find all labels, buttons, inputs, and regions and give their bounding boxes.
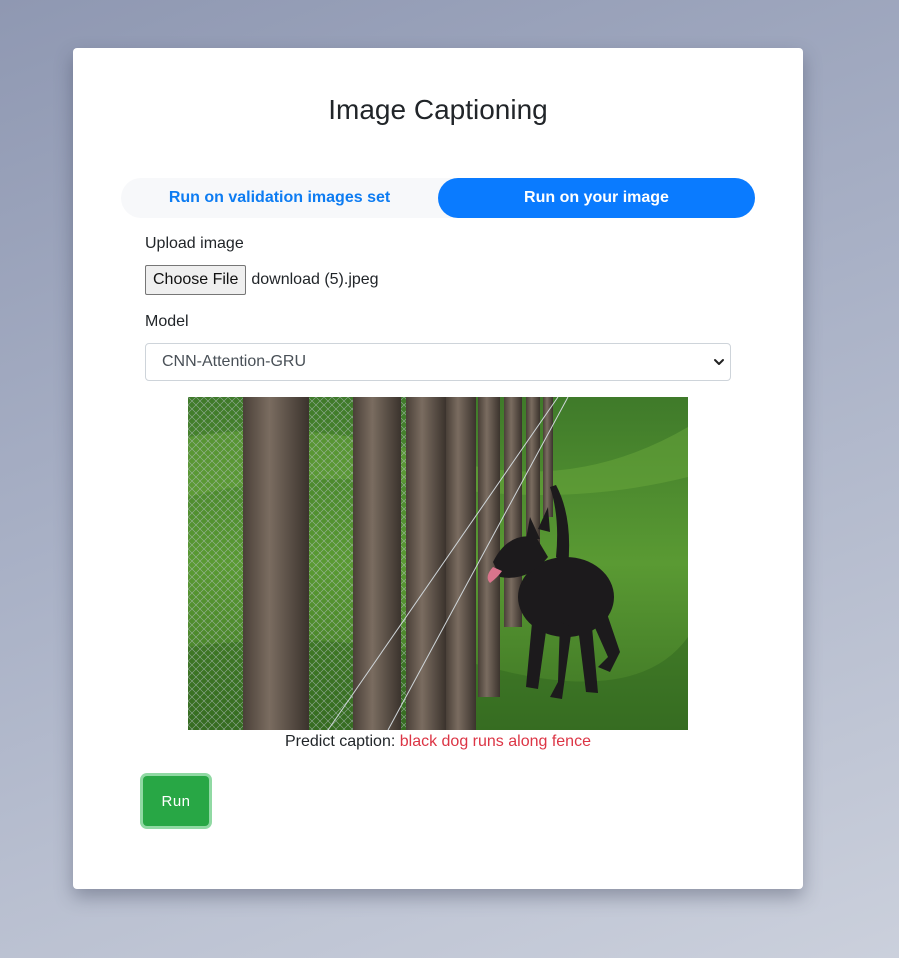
selected-file-name: download (5).jpeg — [251, 271, 379, 288]
model-select[interactable]: CNN-Attention-GRU — [145, 343, 731, 381]
upload-image-label: Upload image — [145, 235, 244, 252]
model-select-value: CNN-Attention-GRU — [162, 353, 307, 370]
mode-tabs: Run on validation images set Run on your… — [121, 178, 755, 218]
dog-fence-photo — [188, 397, 688, 730]
model-label: Model — [145, 313, 189, 330]
main-card: Image Captioning Run on validation image… — [73, 48, 803, 889]
prediction-text: black dog runs along fence — [399, 733, 591, 750]
prediction-caption: Predict caption: black dog runs along fe… — [73, 733, 803, 751]
file-input: Choose File download (5).jpeg — [145, 265, 379, 295]
page-title: Image Captioning — [328, 94, 548, 125]
tab-your-image[interactable]: Run on your image — [438, 178, 755, 218]
chevron-down-icon — [714, 359, 724, 365]
choose-file-button[interactable]: Choose File — [145, 265, 247, 295]
uploaded-image — [188, 397, 688, 730]
run-button[interactable]: Run — [143, 776, 209, 826]
tab-validation-set[interactable]: Run on validation images set — [121, 178, 438, 218]
prediction-prefix: Predict caption: — [285, 733, 400, 750]
